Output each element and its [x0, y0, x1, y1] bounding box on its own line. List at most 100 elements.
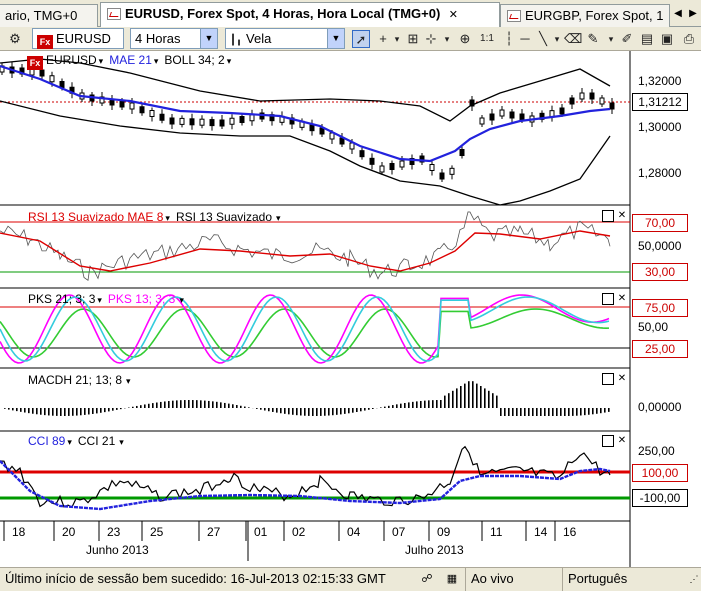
maximize-pane-icon[interactable] [602, 210, 614, 222]
forex-icon: Fx [37, 35, 53, 49]
macd-bar [560, 408, 562, 416]
close-pane-icon[interactable]: ✕ [616, 435, 628, 447]
close-pane-icon[interactable]: ✕ [616, 293, 628, 305]
timeframe-select[interactable]: 4 Horas ▼ [130, 28, 218, 49]
horizontal-line-icon[interactable]: ─ [516, 30, 534, 48]
forex-icon: Fx [27, 56, 43, 70]
tab-scroll-left-icon[interactable]: ◀ [670, 6, 686, 22]
month-label: Junho 2013 [86, 543, 149, 557]
macd-bar [280, 408, 282, 414]
close-pane-icon[interactable]: ✕ [616, 373, 628, 385]
cci-21-legend[interactable]: CCI 21 [78, 434, 115, 448]
period-icon[interactable]: 1:1 [478, 30, 496, 48]
macd-bar [504, 408, 506, 416]
close-pane-icon[interactable]: ✕ [616, 210, 628, 222]
macd-legend[interactable]: MACDH 21; 13; 8 [28, 373, 122, 387]
chart-canvas[interactable] [0, 51, 701, 567]
macd-bar [52, 408, 54, 416]
chevron-down-icon[interactable]: ▾ [276, 213, 281, 223]
chart-toolbar: ⚙ Fx EURUSD 4 Horas ▼ ┃╻ Vela ▼ ➚ + ▾ ⊞ ⊹ … [0, 27, 701, 51]
chevron-down-icon[interactable]: ▾ [99, 56, 104, 66]
macd-bar [596, 408, 598, 414]
time-axis-day-label: 04 [347, 525, 361, 539]
resize-grip-icon: ⋰ [689, 574, 699, 584]
pencil-icon[interactable]: ✎ [584, 30, 602, 48]
macd-bar [488, 390, 490, 408]
screenshot-icon[interactable]: ▣ [658, 30, 676, 48]
chevron-down-icon[interactable]: ▾ [179, 295, 184, 305]
tab-scroll-right-icon[interactable]: ▶ [685, 6, 701, 22]
macd-bar [216, 401, 218, 408]
tab-previous-chart[interactable]: ario, TMG+0 [0, 4, 98, 27]
macd-bar [232, 404, 234, 408]
chevron-down-icon[interactable]: ▾ [97, 295, 102, 305]
macd-bar [236, 405, 238, 408]
maximize-pane-icon[interactable] [602, 293, 614, 305]
measure-dropdown-icon[interactable]: ▾ [438, 30, 456, 48]
tab-eurusd-chart[interactable]: EURUSD, Forex Spot, 4 Horas, Hora Local … [100, 2, 500, 28]
macd-bar [56, 408, 58, 416]
data-window-icon[interactable]: ⊞ [404, 30, 422, 48]
mae-legend[interactable]: MAE 21 [109, 53, 152, 67]
macd-bar [540, 408, 542, 416]
macd-bar [500, 408, 502, 416]
print-icon[interactable]: ⎙ [680, 30, 698, 48]
candle-body [469, 99, 475, 107]
rsi-legend[interactable]: RSI 13 Suavizado [176, 210, 272, 224]
cci-89-legend[interactable]: CCI 89 [28, 434, 65, 448]
price-axis-label: 1,32000 [638, 74, 682, 88]
macd-bar [592, 408, 594, 415]
price-pane-symbol: EURUSD [46, 53, 97, 67]
chevron-down-icon[interactable]: ▾ [126, 376, 131, 386]
text-tool-icon[interactable]: ✐ [618, 30, 636, 48]
cci-pane-legend[interactable]: CCI 89 ▾ CCI 21 ▾ [28, 434, 124, 448]
candle-body [439, 172, 445, 180]
macd-bar [384, 406, 386, 408]
pks-pane-legend[interactable]: PKS 21; 3; 3 ▾ PKS 13; 3; 3 ▾ [28, 292, 184, 306]
chevron-down-icon[interactable]: ▾ [67, 437, 72, 447]
candle-body [249, 114, 255, 122]
macd-bar [524, 408, 526, 416]
boll-legend[interactable]: BOLL 34; 2 [164, 53, 224, 67]
settings-icon[interactable]: ⚙ [6, 30, 24, 48]
language-status[interactable]: Português [562, 568, 687, 591]
cci-89-line [0, 460, 611, 511]
eraser-icon[interactable]: ⌫ [564, 30, 582, 48]
zoom-icon[interactable]: ⊕ [456, 30, 474, 48]
pointer-tool-icon[interactable]: ➚ [352, 30, 370, 48]
macd-bar [28, 408, 30, 414]
chart-area[interactable]: Fx EURUSD ▾ MAE 21 ▾ BOLL 34; 2 ▾ RSI 13 Suavi… [0, 51, 701, 567]
macd-bar [84, 408, 86, 415]
close-icon[interactable]: ✕ [446, 7, 460, 21]
instrument-select[interactable]: Fx EURUSD [32, 28, 124, 49]
candle-body [599, 97, 605, 105]
rsi-smoothed-legend[interactable]: RSI 13 Suavizado MAE 8 [28, 210, 163, 224]
macd-bar [224, 402, 226, 408]
pks-13-legend[interactable]: PKS 13; 3; 3 [108, 292, 175, 306]
candle-body [449, 167, 455, 175]
rsi-pane-legend[interactable]: RSI 13 Suavizado MAE 8 ▾ RSI 13 Suavizado ▾ [28, 210, 281, 224]
pks-21-legend[interactable]: PKS 21; 3; 3 [28, 292, 95, 306]
chevron-down-icon[interactable]: ▾ [165, 213, 170, 223]
chevron-down-icon[interactable]: ▾ [119, 437, 124, 447]
maximize-pane-icon[interactable] [602, 435, 614, 447]
macd-bar [276, 408, 278, 413]
macd-bar [80, 408, 82, 416]
chevron-down-icon[interactable]: ▾ [154, 56, 159, 66]
candle-body [119, 100, 125, 108]
tab-eurgbp-chart[interactable]: EURGBP, Forex Spot, 1 [500, 4, 670, 27]
chart-type-select[interactable]: ┃╻ Vela ▼ [225, 28, 345, 49]
candle-body [399, 160, 405, 168]
macd-bar [64, 408, 66, 416]
macd-bar [8, 408, 10, 410]
candle-body [39, 69, 45, 77]
chevron-down-icon[interactable]: ▾ [227, 56, 232, 66]
macd-bar [472, 381, 474, 408]
macd-bar [112, 408, 114, 411]
chart-template-icon[interactable]: ▤ [638, 30, 656, 48]
macd-pane-legend[interactable]: MACDH 21; 13; 8 ▾ [28, 373, 131, 387]
price-pane-legend[interactable]: Fx EURUSD ▾ MAE 21 ▾ BOLL 34; 2 ▾ [27, 53, 231, 70]
maximize-pane-icon[interactable] [602, 373, 614, 385]
macd-bar [248, 407, 250, 408]
macd-bar [584, 408, 586, 416]
